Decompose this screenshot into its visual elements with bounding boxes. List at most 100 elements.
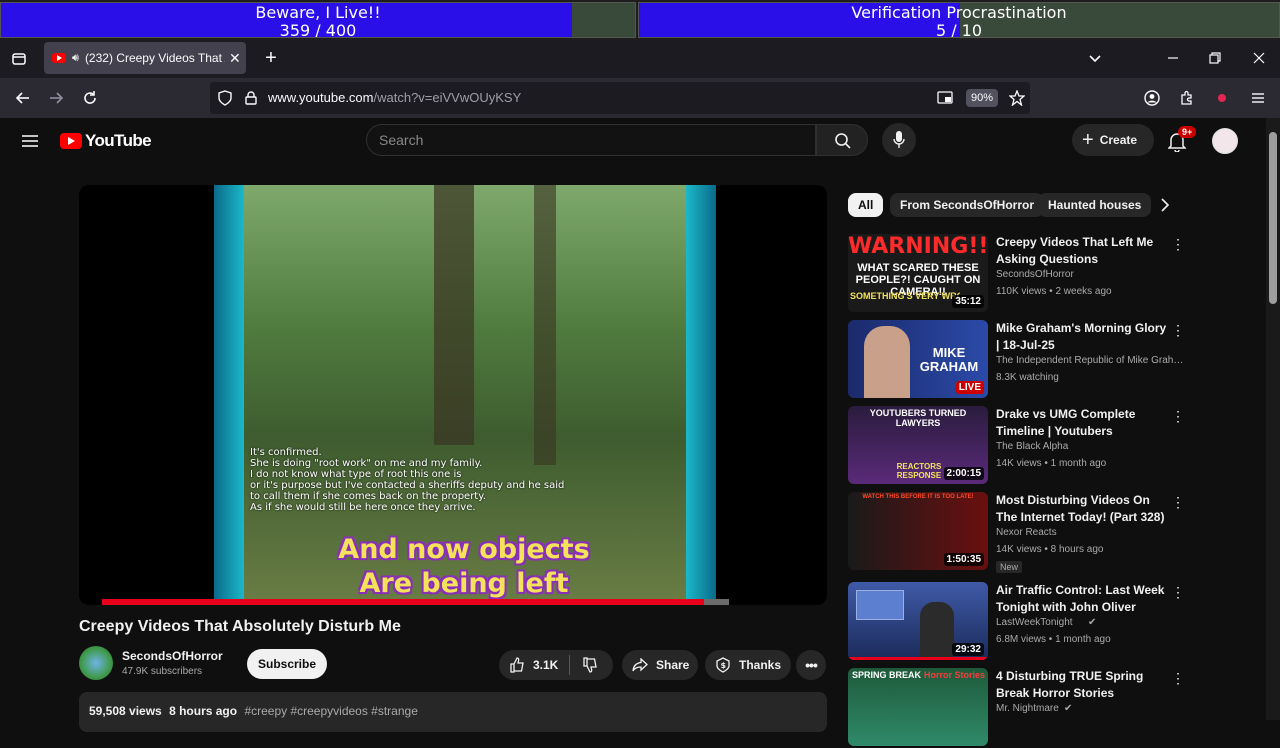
notifications-button[interactable]: 9+ [1166,126,1197,154]
extension-red-icon[interactable] [1211,87,1233,109]
recommendation-title: Most Disturbing Videos On The Internet T… [996,493,1165,524]
zoom-level[interactable]: 90% [966,89,998,107]
channel-avatar[interactable] [79,646,113,680]
stream-overlay: Beware, I Live!! 359 / 400 Verification … [0,0,1280,40]
tab-close-icon[interactable]: ✕ [229,50,241,67]
kebab-menu-icon[interactable]: ⋮ [1170,584,1186,601]
view-count: 59,508 views [89,704,162,718]
chip-all[interactable]: All [848,193,884,217]
dislike-button[interactable] [570,657,598,673]
stream-goal-right: Verification Procrastination 5 / 10 [638,2,1280,38]
verified-check-icon: ✔ [1088,617,1097,628]
like-button[interactable]: 3.1K [499,657,569,673]
scrollbar-thumb[interactable] [1269,132,1277,304]
stream-goal-left: Beware, I Live!! 359 / 400 [0,2,636,38]
video-progress-track[interactable] [102,599,729,605]
video-thumbnail[interactable]: 29:32 [848,582,988,660]
picture-in-picture-icon[interactable] [934,87,956,109]
close-window-icon[interactable] [1248,47,1270,69]
stream-goal-right-title: Verification Procrastination [851,3,1067,22]
subscribe-button[interactable]: Subscribe [247,649,327,679]
hashtags[interactable]: #creepy #creepyvideos #strange [244,704,417,718]
kebab-menu-icon[interactable]: ⋮ [1170,236,1186,253]
recommendation-item[interactable]: WARNING!! WHAT SCARED THESE PEOPLE?! CAU… [848,234,1188,314]
search-button[interactable] [816,124,868,156]
bookmark-star-icon[interactable] [1006,87,1028,109]
kebab-menu-icon[interactable]: ⋮ [1170,322,1186,339]
page-scrollbar[interactable] [1266,118,1280,720]
video-thumbnail[interactable]: WARNING!! WHAT SCARED THESE PEOPLE?! CAU… [848,234,988,312]
extensions-puzzle-icon[interactable] [1176,87,1198,109]
chips-next-chevron-icon[interactable] [1154,194,1176,216]
tracking-shield-icon[interactable] [214,87,236,109]
thanks-label: Thanks [739,658,782,672]
youtube-page: YouTube Search + Create 9+ It's confirme… [0,118,1266,746]
verified-check-icon: ✔ [1064,703,1073,714]
video-thumbnail[interactable]: SPRING BREAK Horror Stories [848,668,988,746]
recommendation-channel: SecondsOfHorror [996,269,1074,280]
recommendation-title: Creepy Videos That Left Me Asking Questi… [996,235,1154,266]
youtube-logo[interactable]: YouTube [60,131,152,151]
search-placeholder: Search [379,132,424,148]
plus-icon: + [1082,129,1094,151]
voice-search-button[interactable] [882,123,916,157]
minimize-icon[interactable] [1162,47,1184,69]
create-button[interactable]: + Create [1072,124,1154,156]
recommendation-channel: The Black Alpha [996,441,1069,452]
caption-line-1: And now objects [338,534,590,565]
youtube-logo-text: YouTube [85,131,152,150]
forward-icon[interactable] [45,87,67,109]
tab-list-chevron-icon[interactable] [1084,47,1106,69]
share-button[interactable]: Share [622,650,698,680]
account-icon[interactable] [1141,87,1163,109]
new-tab-icon[interactable]: + [260,47,282,69]
guide-menu-icon[interactable] [19,130,41,152]
reload-icon[interactable] [79,87,101,109]
kebab-menu-icon[interactable]: ⋮ [1170,670,1186,687]
overlay-line: or it's purpose but I've contacted a she… [250,480,565,491]
thumbnail-text: MIKE GRAHAM [919,345,979,374]
kebab-menu-icon[interactable]: ⋮ [1170,408,1186,425]
channel-name[interactable]: SecondsOfHorror [122,649,223,663]
thumbnail-text: YOUTUBERS TURNED LAWYERS [869,408,967,428]
recommendation-item[interactable]: WATCH THIS BEFORE IT IS TOO LATE! 1:50:3… [848,492,1188,573]
video-thumbnail[interactable]: MIKE GRAHAM LIVE [848,320,988,398]
caption-line-2: Are being left [359,568,569,599]
avatar[interactable] [1212,128,1238,154]
description-box[interactable]: 59,508 views 8 hours ago #creepy #creepy… [79,692,827,732]
thanks-icon: $ [716,657,730,673]
duration-badge: 2:00:15 [943,467,984,480]
app-menu-icon[interactable] [1247,87,1269,109]
share-label: Share [656,658,690,672]
tab-overview-icon[interactable] [8,48,30,70]
kebab-menu-icon[interactable]: ⋮ [1170,494,1186,511]
recommendation-item[interactable]: 29:32 Air Traffic Control: Last Week Ton… [848,582,1188,662]
url-bar[interactable]: www.youtube.com/watch?v=eiVVwOUyKSY 90% [210,82,1030,114]
upload-age: 8 hours ago [169,704,238,718]
lock-icon[interactable] [240,87,262,109]
more-actions-button[interactable]: ••• [796,650,826,680]
recommendation-title: Mike Graham's Morning Glory | 18-Jul-25 [996,321,1167,352]
chip-haunted-houses[interactable]: Haunted houses [1038,193,1152,217]
back-icon[interactable] [12,87,34,109]
overlay-line: She is doing "root work" on me and my fa… [250,458,483,469]
chip-from-channel[interactable]: From SecondsOfHorror [890,193,1045,217]
thumbnail-text: WARNING!! [848,234,988,259]
duration-badge: 1:50:35 [943,553,984,566]
navigation-toolbar: www.youtube.com/watch?v=eiVVwOUyKSY 90% [0,78,1280,118]
speaker-icon[interactable]: 🔊︎ [72,52,79,65]
duration-badge: 29:32 [952,643,984,656]
video-thumbnail[interactable]: YOUTUBERS TURNED LAWYERS REACTORS RESPON… [848,406,988,484]
recommendation-item[interactable]: MIKE GRAHAM LIVE Mike Graham's Morning G… [848,320,1188,400]
recommendation-channel: Nexor Reacts [996,527,1057,538]
recommendation-item[interactable]: YOUTUBERS TURNED LAWYERS REACTORS RESPON… [848,406,1188,486]
recommendation-meta: 14K views • 1 month ago [996,458,1107,469]
like-dislike-group: 3.1K [499,650,613,680]
video-player[interactable]: It's confirmed. She is doing "root work"… [79,185,827,605]
search-input[interactable]: Search [366,124,816,156]
restore-icon[interactable] [1204,47,1226,69]
thanks-button[interactable]: $ Thanks [705,650,791,680]
recommendation-item[interactable]: SPRING BREAK Horror Stories 4 Disturbing… [848,668,1188,748]
video-thumbnail[interactable]: WATCH THIS BEFORE IT IS TOO LATE! 1:50:3… [848,492,988,570]
tab-youtube[interactable]: 🔊︎ (232) Creepy Videos That A ✕ [44,42,246,74]
